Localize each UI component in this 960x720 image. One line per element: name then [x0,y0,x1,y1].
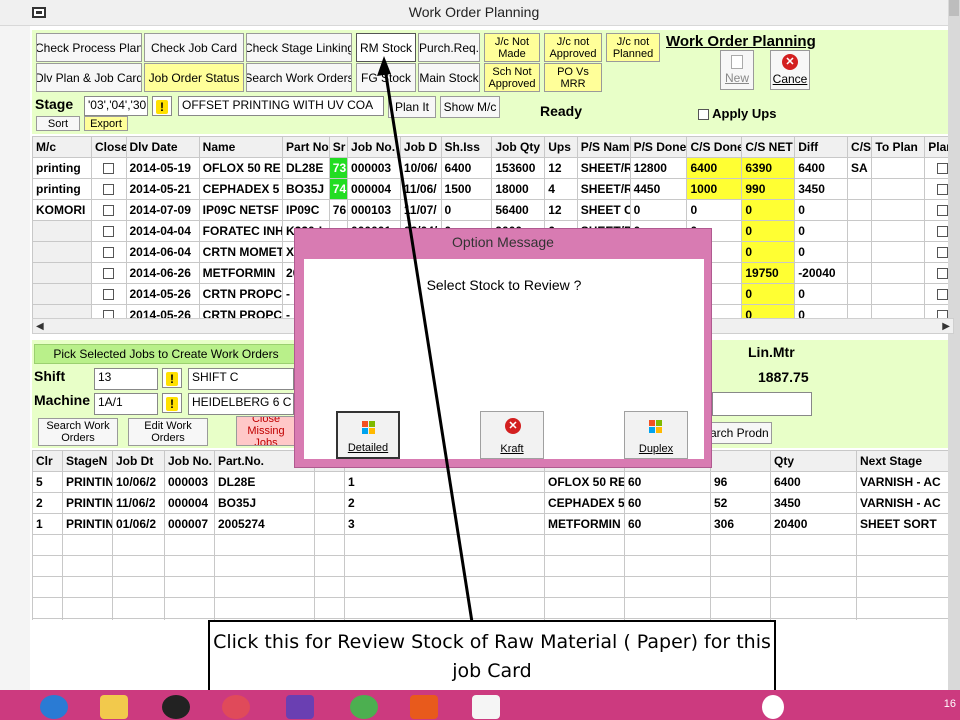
taskbar: 16 [0,690,960,720]
clock: 16 [943,698,956,710]
media-icon[interactable] [162,695,190,719]
window-app-icon[interactable] [472,695,500,719]
puzzle-app-icon[interactable] [286,695,314,719]
chrome-icon[interactable] [350,695,378,719]
ie-icon[interactable] [40,695,68,719]
active-app-icon[interactable] [410,695,438,719]
help-icon[interactable] [762,695,784,719]
annotation-arrow [377,56,474,623]
annotation-callout: Click this for Review Stock of Raw Mater… [208,620,776,692]
hp-icon[interactable] [222,695,250,719]
file-explorer-icon[interactable] [100,695,128,719]
